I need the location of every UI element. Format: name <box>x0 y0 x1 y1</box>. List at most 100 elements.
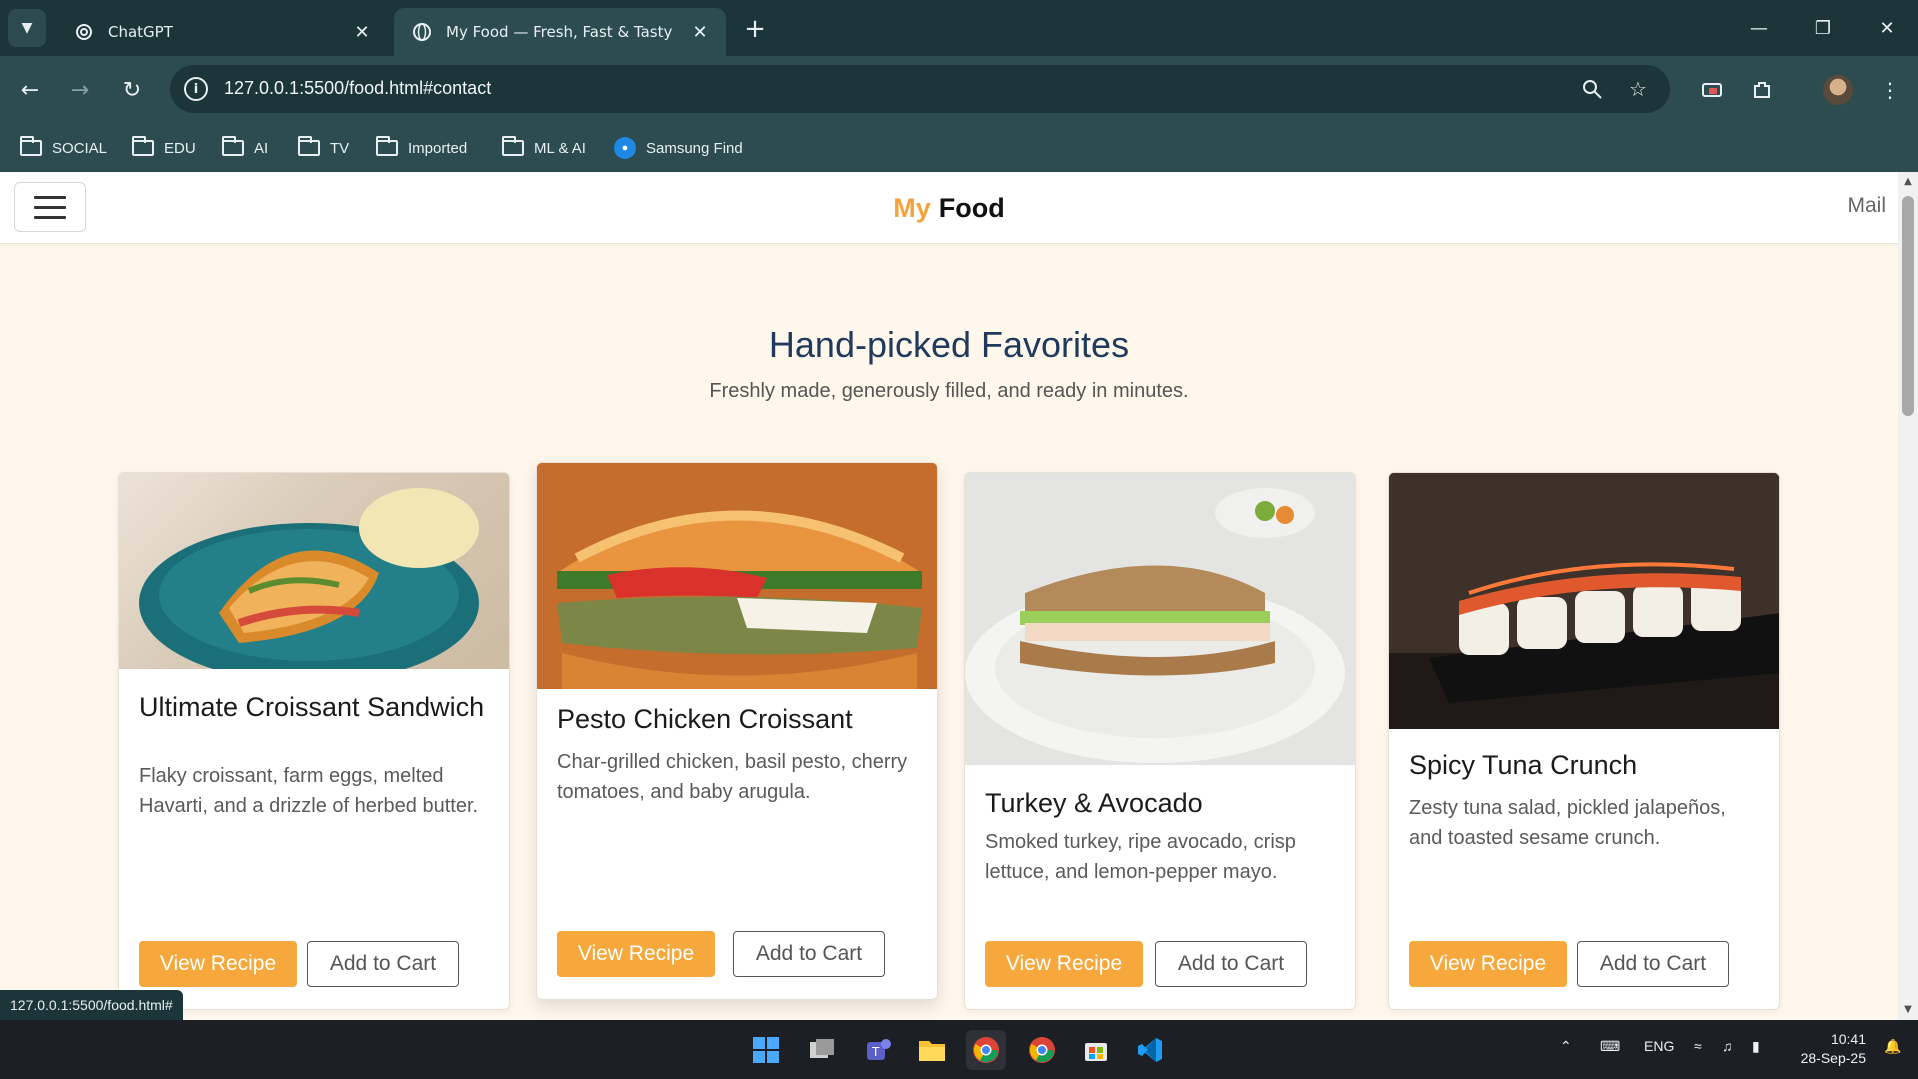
close-tab-icon[interactable]: ✕ <box>348 18 376 46</box>
card-title: Ultimate Croissant Sandwich <box>139 692 485 722</box>
card-title: Pesto Chicken Croissant <box>557 704 853 734</box>
globe-icon <box>412 22 432 42</box>
tab-title: ChatGPT <box>108 23 173 41</box>
folder-icon <box>376 136 398 156</box>
address-bar[interactable]: i 127.0.0.1:5500/food.html#contact ☆ <box>170 65 1670 113</box>
page-scrollbar[interactable]: ▲ ▼ <box>1898 172 1918 1020</box>
bookmark-folder[interactable]: TV <box>298 134 349 162</box>
card-description: Smoked turkey, ripe avocado, crisp lettu… <box>985 831 1296 883</box>
site-info-icon[interactable]: i <box>184 77 208 101</box>
mail-link[interactable]: Mail <box>1847 194 1886 218</box>
card-title: Spicy Tuna Crunch <box>1409 750 1638 780</box>
location-pin-icon: ● <box>614 137 636 159</box>
bookmark-label: ML & AI <box>534 139 586 157</box>
add-to-cart-button[interactable]: Add to Cart <box>307 941 459 987</box>
bookmark-label: Samsung Find <box>646 139 743 157</box>
system-clock[interactable]: 10:41 28-Sep-25 <box>1801 1030 1866 1068</box>
tab-chatgpt[interactable]: ChatGPT ✕ <box>56 8 388 56</box>
clock-date: 28-Sep-25 <box>1800 1050 1866 1066</box>
close-tab-icon[interactable]: ✕ <box>686 18 714 46</box>
add-to-cart-button[interactable]: Add to Cart <box>1155 941 1307 987</box>
bookmark-link[interactable]: ● Samsung Find <box>614 134 743 162</box>
web-page: My Food Mail Hand-picked Favorites Fresh… <box>0 172 1898 1020</box>
link-status-bar: 127.0.0.1:5500/food.html# <box>0 990 183 1020</box>
hamburger-menu-button[interactable] <box>14 182 86 232</box>
extensions-icon[interactable] <box>1742 70 1782 110</box>
microsoft-store-icon[interactable] <box>1076 1030 1116 1070</box>
folder-icon <box>222 136 244 156</box>
product-card: Ultimate Croissant Sandwich Flaky croiss… <box>118 472 510 1010</box>
tab-search-button[interactable]: ▼ <box>8 9 46 47</box>
teams-icon[interactable]: T <box>858 1030 898 1070</box>
clock-time: 10:41 <box>1830 1031 1866 1047</box>
food-image <box>965 473 1355 765</box>
bookmark-folder[interactable]: Imported <box>376 134 467 162</box>
chrome-profile-icon[interactable] <box>966 1030 1006 1070</box>
profile-avatar[interactable] <box>1818 70 1858 110</box>
bookmark-label: TV <box>330 139 350 157</box>
svg-text:T: T <box>871 1045 880 1059</box>
bookmark-star-icon[interactable]: ☆ <box>1624 75 1652 103</box>
browser-tab-strip: ▼ ChatGPT ✕ My Food — Fresh, Fast & Tast… <box>0 0 1918 56</box>
scroll-up-icon[interactable]: ▲ <box>1902 176 1914 188</box>
section-title: Hand-picked Favorites <box>768 324 1130 365</box>
folder-icon <box>132 136 154 156</box>
folder-icon <box>502 136 524 156</box>
view-recipe-button[interactable]: View Recipe <box>985 941 1143 987</box>
battery-icon[interactable]: ▮ <box>1752 1038 1760 1055</box>
tab-title: My Food — Fresh, Fast & Tasty <box>446 23 673 41</box>
browser-menu-icon[interactable]: ⋮ <box>1870 70 1910 110</box>
section-subtitle: Freshly made, generously filled, and rea… <box>709 380 1189 402</box>
folder-icon <box>20 136 42 156</box>
view-recipe-button[interactable]: View Recipe <box>557 931 715 977</box>
site-header: My Food Mail <box>0 172 1898 244</box>
card-description: Flaky croissant, farm eggs, melted Havar… <box>139 765 479 817</box>
card-title: Turkey & Avocado <box>985 788 1203 818</box>
food-image <box>1389 473 1779 729</box>
product-card: Spicy Tuna Crunch Zesty tuna salad, pick… <box>1388 472 1780 1010</box>
file-explorer-icon[interactable] <box>912 1030 952 1070</box>
bookmark-label: Imported <box>408 139 468 157</box>
card-description: Zesty tuna salad, pickled jalapeños, and… <box>1409 797 1726 849</box>
add-to-cart-button[interactable]: Add to Cart <box>1577 941 1729 987</box>
forward-arrow-icon[interactable]: → <box>62 72 98 108</box>
notification-bell-icon[interactable]: 🔔 <box>1884 1038 1901 1055</box>
add-to-cart-button[interactable]: Add to Cart <box>733 931 885 977</box>
bookmark-label: EDU <box>164 139 196 157</box>
volume-icon[interactable]: ♫ <box>1722 1038 1733 1054</box>
scrollbar-thumb[interactable] <box>1902 196 1914 416</box>
back-arrow-icon[interactable]: ← <box>12 72 48 108</box>
food-image <box>537 463 937 689</box>
browser-toolbar: ← → ↻ i 127.0.0.1:5500/food.html#contact… <box>0 56 1918 124</box>
chevron-down-icon: ▼ <box>21 20 33 36</box>
language-indicator[interactable]: ENG <box>1644 1038 1674 1054</box>
url-text[interactable]: 127.0.0.1:5500/food.html#contact <box>224 78 491 99</box>
tab-my-food[interactable]: My Food — Fresh, Fast & Tasty ✕ <box>394 8 726 56</box>
brand-my: My <box>893 192 931 223</box>
scroll-down-icon[interactable]: ▼ <box>1902 1004 1914 1016</box>
chrome-icon[interactable] <box>1022 1030 1062 1070</box>
vscode-icon[interactable] <box>1130 1030 1170 1070</box>
task-view-icon[interactable] <box>802 1030 842 1070</box>
wifi-icon[interactable]: ≈ <box>1694 1038 1702 1054</box>
cast-icon[interactable] <box>1692 70 1732 110</box>
windows-start-icon[interactable] <box>746 1030 786 1070</box>
bookmark-label: SOCIAL <box>52 139 108 157</box>
bookmark-folder[interactable]: EDU <box>132 134 196 162</box>
chevron-up-icon[interactable]: ⌃ <box>1560 1038 1572 1055</box>
reload-icon[interactable]: ↻ <box>114 72 150 108</box>
keyboard-icon[interactable]: ⌨ <box>1600 1038 1620 1055</box>
bookmark-folder[interactable]: AI <box>222 134 268 162</box>
brand-food: Food <box>938 192 1005 223</box>
windows-taskbar: T ⌃ ⌨ ENG ≈ ♫ ▮ 10:41 28-Sep-25 🔔 <box>0 1020 1918 1079</box>
view-recipe-button[interactable]: View Recipe <box>139 941 297 987</box>
minimize-window-icon[interactable]: — <box>1736 10 1782 46</box>
close-window-icon[interactable]: ✕ <box>1864 10 1910 46</box>
restore-window-icon[interactable]: ❐ <box>1800 10 1846 46</box>
bookmark-folder[interactable]: ML & AI <box>502 134 586 162</box>
new-tab-button[interactable]: + <box>740 14 770 44</box>
bookmark-folder[interactable]: SOCIAL <box>20 134 107 162</box>
zoom-icon[interactable] <box>1578 75 1606 103</box>
site-brand: My Food <box>0 172 1898 244</box>
view-recipe-button[interactable]: View Recipe <box>1409 941 1567 987</box>
